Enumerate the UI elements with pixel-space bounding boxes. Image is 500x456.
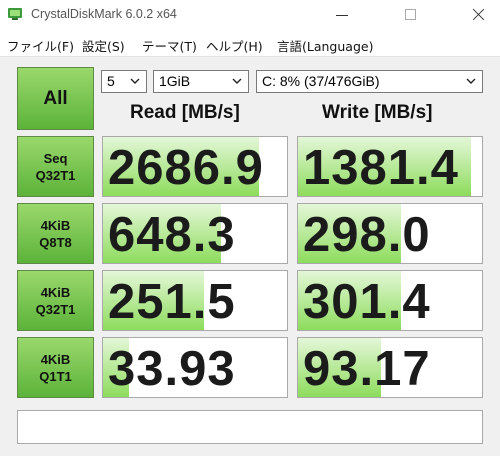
read-result-cell: 648.3 (102, 203, 288, 264)
minimize-icon (336, 15, 348, 16)
test-size-value: 1GiB (159, 73, 191, 89)
test-size-select[interactable]: 1GiB (153, 70, 249, 93)
write-result-cell: 298.0 (297, 203, 483, 264)
row-label-line1: 4KiB (40, 351, 71, 367)
row-label-line1: 4KiB (40, 217, 71, 233)
read-result-cell: 33.93 (102, 337, 288, 398)
menu-language[interactable]: 言語(Language) (277, 36, 373, 55)
read-result-value: 251.5 (108, 275, 236, 329)
minimize-button[interactable] (319, 0, 365, 31)
read-result-value: 2686.9 (108, 141, 264, 195)
row-label-line1: Seq (43, 150, 68, 166)
test-button-4kib-q1t1[interactable]: 4KiB Q1T1 (17, 337, 94, 398)
row-label-line2: Q8T8 (39, 234, 72, 250)
test-button-4kib-q8t8[interactable]: 4KiB Q8T8 (17, 203, 94, 264)
comment-field[interactable] (17, 410, 483, 444)
write-result-cell: 1381.4 (297, 136, 483, 197)
write-header: Write [MB/s] (322, 102, 433, 123)
title-bar: CrystalDiskMark 6.0.2 x64 (0, 0, 500, 31)
all-button-label: All (43, 87, 68, 109)
maximize-icon (405, 9, 416, 20)
write-result-value: 1381.4 (303, 141, 459, 195)
chevron-down-icon (130, 78, 140, 84)
read-result-value: 33.93 (108, 342, 236, 396)
close-button[interactable] (454, 0, 500, 31)
test-button-4kib-q32t1[interactable]: 4KiB Q32T1 (17, 270, 94, 331)
test-button-seq-q32t1[interactable]: Seq Q32T1 (17, 136, 94, 197)
test-count-value: 5 (107, 73, 115, 89)
all-button[interactable]: All (17, 67, 94, 130)
row-label-line2: Q1T1 (39, 368, 72, 384)
menu-settings[interactable]: 設定(S) (82, 36, 125, 55)
chevron-down-icon (466, 78, 476, 84)
row-label-line1: 4KiB (40, 284, 71, 300)
write-result-cell: 301.4 (297, 270, 483, 331)
drive-select[interactable]: C: 8% (37/476GiB) (256, 70, 483, 93)
write-result-cell: 93.17 (297, 337, 483, 398)
menu-bar: ファイル(F) 設定(S) テーマ(T) ヘルプ(H) 言語(Language) (0, 31, 500, 57)
chevron-down-icon (232, 78, 242, 84)
menu-theme[interactable]: テーマ(T) (142, 36, 197, 55)
menu-help[interactable]: ヘルプ(H) (206, 36, 263, 55)
row-label-line2: Q32T1 (35, 167, 76, 183)
read-header: Read [MB/s] (130, 102, 240, 123)
maximize-button[interactable] (388, 0, 434, 31)
test-count-select[interactable]: 5 (101, 70, 147, 93)
window-title: CrystalDiskMark 6.0.2 x64 (31, 7, 177, 21)
write-result-value: 301.4 (303, 275, 431, 329)
app-icon (8, 8, 22, 20)
read-result-cell: 2686.9 (102, 136, 288, 197)
write-result-value: 93.17 (303, 342, 431, 396)
read-result-value: 648.3 (108, 208, 236, 262)
read-result-cell: 251.5 (102, 270, 288, 331)
drive-value: C: 8% (37/476GiB) (262, 73, 380, 89)
row-label-line2: Q32T1 (35, 301, 76, 317)
write-result-value: 298.0 (303, 208, 431, 262)
menu-file[interactable]: ファイル(F) (7, 36, 74, 55)
